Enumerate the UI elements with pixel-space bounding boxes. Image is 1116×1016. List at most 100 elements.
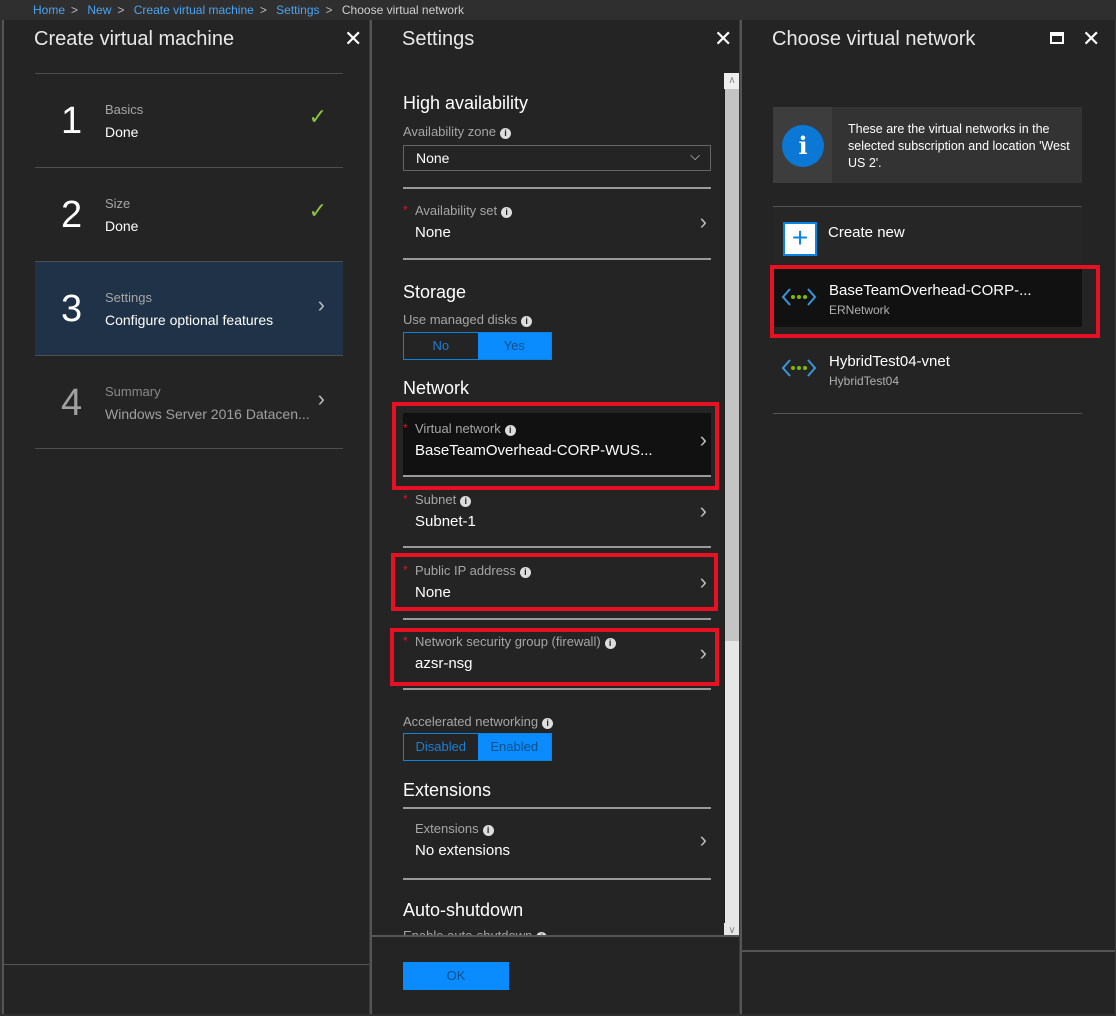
- managed-disks-toggle[interactable]: No Yes: [403, 332, 552, 360]
- toggle-option-yes[interactable]: Yes: [477, 333, 551, 359]
- step-basics[interactable]: 1 Basics Done ✓: [35, 73, 343, 167]
- create-new-button[interactable]: + Create new: [773, 207, 1082, 264]
- create-new-label: Create new: [828, 224, 905, 241]
- public-ip-field[interactable]: * Public IP address i None ›: [403, 555, 711, 615]
- info-icon[interactable]: i: [501, 207, 513, 218]
- availability-set-field[interactable]: * Availability set i None ›: [403, 195, 711, 255]
- vnet-resource-group: HybridTest04: [829, 374, 900, 388]
- breadcrumb-current: Choose virtual network: [341, 3, 464, 17]
- breadcrumb-separator: >: [259, 3, 267, 17]
- chevron-right-icon: ›: [317, 292, 325, 317]
- required-icon: *: [403, 634, 408, 648]
- divider: [403, 688, 711, 690]
- step-number: 2: [61, 194, 83, 236]
- breadcrumb-separator: >: [325, 3, 333, 17]
- toggle-option-disabled[interactable]: Disabled: [404, 734, 478, 760]
- step-summary[interactable]: 4 Summary Windows Server 2016 Datacen...…: [35, 355, 343, 449]
- chevron-down-icon: ⌵: [690, 148, 700, 163]
- step-title: Basics: [105, 102, 144, 117]
- blade-title: Create virtual machine: [34, 28, 235, 50]
- accelerated-networking-toggle[interactable]: Disabled Enabled: [403, 733, 552, 761]
- label-text: Availability set: [415, 203, 498, 218]
- field-label: Network security group (firewall) i: [415, 634, 616, 649]
- toggle-option-enabled[interactable]: Enabled: [477, 734, 551, 760]
- chevron-right-icon: ›: [699, 209, 707, 234]
- virtual-network-field[interactable]: * Virtual network i BaseTeamOverhead-CORP…: [403, 413, 711, 475]
- field-label: Public IP address i: [415, 563, 531, 578]
- scrollbar-track[interactable]: [725, 641, 739, 923]
- required-icon: *: [403, 492, 408, 506]
- divider: [773, 413, 1082, 414]
- vnet-list-item[interactable]: BaseTeamOverhead-CORP-... ERNetwork: [773, 269, 1082, 327]
- field-value: BaseTeamOverhead-CORP-WUS...: [415, 442, 653, 459]
- step-title: Summary: [105, 384, 161, 399]
- breadcrumb-create-vm[interactable]: Create virtual machine: [134, 3, 254, 17]
- section-storage: Storage: [403, 282, 467, 302]
- chevron-right-icon: ›: [699, 569, 707, 594]
- close-icon[interactable]: ✕: [1082, 26, 1100, 52]
- breadcrumb-separator: >: [117, 3, 125, 17]
- step-subtitle: Done: [105, 124, 139, 140]
- info-icon[interactable]: i: [521, 316, 533, 327]
- step-title: Size: [105, 196, 131, 211]
- breadcrumb-new[interactable]: New: [87, 3, 111, 17]
- divider: [403, 807, 711, 809]
- section-high-availability: High availability: [403, 93, 529, 113]
- info-icon[interactable]: i: [604, 638, 616, 649]
- step-settings[interactable]: 3 Settings Configure optional features ›: [35, 261, 343, 355]
- scroll-up-icon[interactable]: ∧: [724, 73, 739, 89]
- divider: [403, 475, 711, 477]
- scrollbar-thumb[interactable]: [725, 89, 739, 641]
- create-vm-blade: Create virtual machine ✕ 1 Basics Done ✓…: [2, 20, 370, 1014]
- info-icon[interactable]: i: [482, 825, 494, 836]
- info-icon[interactable]: i: [460, 496, 472, 507]
- step-size[interactable]: 2 Size Done ✓: [35, 167, 343, 261]
- checkmark-icon: ✓: [308, 104, 327, 129]
- info-icon[interactable]: i: [542, 718, 554, 729]
- breadcrumb-home[interactable]: Home: [33, 3, 65, 17]
- label-text: Use managed disks: [403, 312, 518, 327]
- step-subtitle: Configure optional features: [105, 312, 274, 328]
- plus-icon: +: [783, 222, 817, 256]
- chevron-right-icon: ›: [699, 498, 707, 523]
- blade-title: Settings: [402, 28, 475, 50]
- vnet-name: BaseTeamOverhead-CORP-...: [829, 282, 1032, 299]
- ok-button[interactable]: OK: [403, 962, 509, 990]
- info-icon[interactable]: i: [519, 567, 531, 578]
- step-subtitle: Done: [105, 218, 139, 234]
- required-icon: *: [403, 563, 408, 577]
- section-auto-shutdown: Auto-shutdown: [403, 900, 524, 920]
- availability-zone-label: Availability zone i: [403, 124, 511, 139]
- field-label: Extensions i: [415, 821, 494, 836]
- field-value: No extensions: [415, 842, 511, 859]
- availability-zone-select[interactable]: None ⌵: [403, 145, 711, 171]
- footer-divider: [4, 964, 369, 965]
- scrollbar[interactable]: ∧ ∨: [724, 73, 739, 939]
- choose-vnet-blade: Choose virtual network ✕ i These are the…: [740, 20, 1116, 1014]
- breadcrumb-settings[interactable]: Settings: [276, 3, 319, 17]
- close-icon[interactable]: ✕: [714, 26, 732, 52]
- nsg-field[interactable]: * Network security group (firewall) i azs…: [403, 626, 711, 686]
- info-icon[interactable]: i: [499, 128, 511, 139]
- select-value: None: [416, 150, 450, 166]
- step-title: Settings: [105, 290, 152, 305]
- chevron-right-icon: ›: [699, 827, 707, 852]
- field-label: Virtual network i: [415, 421, 516, 436]
- divider: [403, 618, 711, 620]
- label-text: Subnet: [415, 492, 457, 507]
- maximize-icon[interactable]: [1050, 32, 1064, 44]
- virtual-network-icon: [781, 288, 817, 306]
- label-text: Extensions: [415, 821, 479, 836]
- blade-title: Choose virtual network: [772, 28, 976, 50]
- label-text: Virtual network: [415, 421, 501, 436]
- field-value: None: [415, 584, 451, 601]
- close-icon[interactable]: ✕: [344, 26, 362, 52]
- field-label: Availability set i: [415, 203, 513, 218]
- extensions-field[interactable]: Extensions i No extensions ›: [403, 813, 711, 873]
- chevron-right-icon: ›: [699, 427, 707, 452]
- vnet-list-item[interactable]: HybridTest04-vnet HybridTest04: [773, 340, 1082, 398]
- subnet-field[interactable]: * Subnet i Subnet-1 ›: [403, 484, 711, 544]
- toggle-option-no[interactable]: No: [404, 333, 478, 359]
- info-icon[interactable]: i: [504, 425, 516, 436]
- step-subtitle: Windows Server 2016 Datacen...: [105, 406, 310, 422]
